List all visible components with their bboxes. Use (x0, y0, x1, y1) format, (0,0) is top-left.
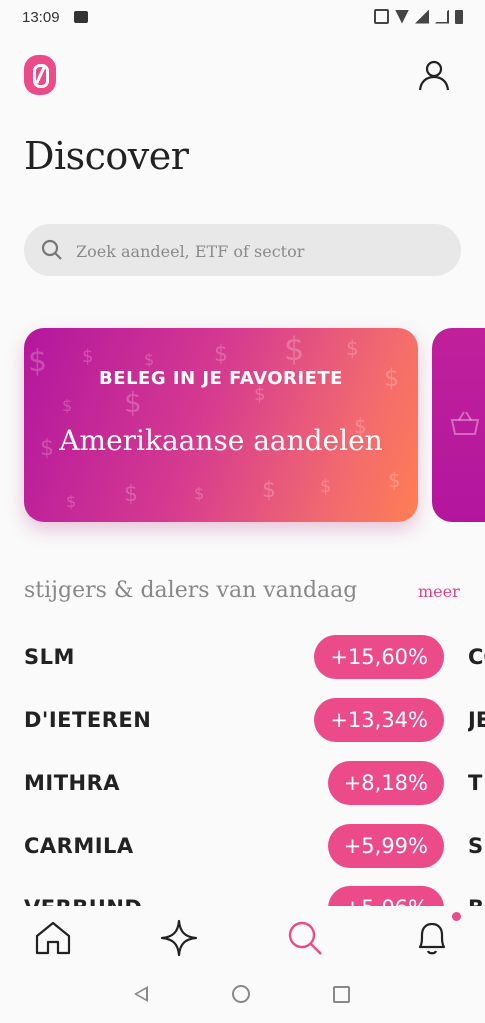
recent-apps-icon[interactable] (333, 986, 350, 1003)
change-badge: +5,99% (327, 824, 444, 868)
back-icon[interactable] (134, 986, 148, 1002)
profile-icon[interactable] (417, 58, 451, 92)
system-nav-bar (0, 972, 485, 1023)
stock-name: MITHRA (24, 771, 121, 795)
dollar-decoration: $ (346, 336, 359, 360)
next-column-stock-name: S (468, 834, 484, 858)
banner-headline: Amerikaanse aandelen (59, 424, 383, 457)
nfc-icon (374, 9, 389, 24)
status-icons (374, 9, 463, 24)
stock-name: SLM (24, 645, 75, 669)
signal-icon (415, 9, 429, 24)
banner-kicker: BELEG IN JE FAVORIETE (99, 368, 343, 389)
notification-badge (452, 912, 461, 921)
dollar-decoration: $ (124, 386, 142, 419)
promo-banner[interactable]: $ $ $ $ $ $ $ $ $ $ $ $ $ $ $ $ $ $ BELE… (24, 328, 418, 522)
wifi-icon (395, 9, 409, 24)
dollar-decoration: $ (262, 478, 276, 503)
sparkle-icon[interactable] (159, 918, 199, 958)
search-icon (41, 239, 62, 260)
dollar-decoration: $ (62, 396, 73, 415)
movers-section-title: stijgers & dalers van vandaag (24, 578, 358, 603)
bell-icon[interactable] (412, 918, 452, 958)
list-item[interactable]: D'IETEREN +13,34% JE (24, 698, 485, 744)
dollar-decoration: $ (66, 492, 77, 511)
search-bar[interactable] (24, 224, 461, 278)
stock-name: D'IETEREN (24, 708, 152, 732)
dollar-decoration: $ (82, 346, 94, 367)
dollar-decoration: $ (144, 350, 155, 369)
home-icon[interactable] (33, 918, 73, 958)
dollar-decoration: $ (124, 482, 138, 507)
search-input[interactable] (74, 224, 448, 278)
dollar-decoration: $ (388, 468, 401, 492)
signal-empty-icon (435, 9, 449, 24)
battery-icon (455, 9, 463, 24)
change-badge: +13,34% (314, 698, 444, 742)
dollar-decoration: $ (284, 330, 305, 368)
list-item[interactable]: MITHRA +8,18% T (24, 761, 485, 807)
status-bar: 13:09 (0, 0, 485, 36)
change-badge: +15,60% (314, 635, 444, 679)
image-notification-icon (74, 11, 88, 23)
change-badge: +8,18% (327, 761, 444, 805)
page-title: Discover (24, 134, 189, 178)
stock-name: CARMILA (24, 834, 134, 858)
app-logo[interactable] (24, 55, 56, 95)
basket-icon (450, 411, 480, 435)
home-circle-icon[interactable] (232, 985, 250, 1003)
list-item[interactable]: CARMILA +5,99% S (24, 824, 485, 870)
status-time: 13:09 (22, 9, 60, 26)
list-item[interactable]: SLM +15,60% CO (24, 635, 485, 681)
next-column-stock-name: T (468, 771, 483, 795)
bottom-nav (0, 906, 485, 972)
dollar-decoration: $ (320, 476, 332, 497)
next-column-stock-name: CO (468, 645, 485, 669)
more-link[interactable]: meer (418, 582, 460, 601)
dollar-decoration: $ (214, 342, 228, 367)
next-column-stock-name: JE (468, 708, 485, 732)
dollar-decoration: $ (194, 484, 205, 503)
search-icon[interactable] (285, 918, 325, 958)
